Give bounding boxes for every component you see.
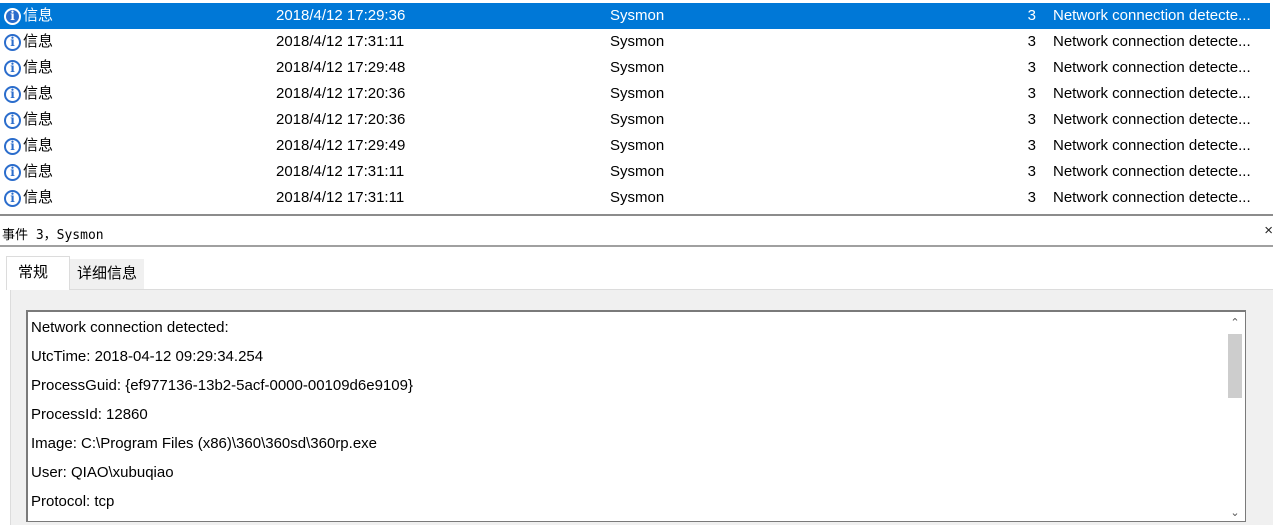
description-scrollbar[interactable]: ⌃ ⌄ (1225, 312, 1245, 521)
level-cell: i 信息 (4, 159, 94, 185)
source-cell: Sysmon (610, 111, 665, 128)
event-id-cell: 3 (1027, 189, 1036, 206)
date-cell: 2018/4/12 17:31:11 (276, 163, 405, 180)
date-cell: 2018/4/12 17:20:36 (276, 111, 406, 128)
description-line: Network connection detected: (31, 319, 229, 336)
task-cell: Network connection detecte... (1053, 33, 1251, 50)
task-cell: Network connection detecte... (1053, 7, 1251, 24)
info-icon: i (4, 137, 21, 155)
level-label: 信息 (23, 189, 54, 206)
level-cell: i 信息 (4, 133, 94, 159)
level-cell: i 信息 (4, 107, 94, 133)
task-cell: Network connection detecte... (1053, 59, 1251, 76)
description-line: ProcessGuid: {ef977136-13b2-5acf-0000-00… (31, 377, 413, 394)
detail-title: 事件 3，Sysmon (2, 228, 104, 243)
level-label: 信息 (23, 163, 54, 180)
date-cell: 2018/4/12 17:31:11 (276, 189, 405, 206)
source-cell: Sysmon (610, 137, 665, 154)
date-cell: 2018/4/12 17:31:11 (276, 33, 405, 50)
source-cell: Sysmon (610, 33, 665, 50)
source-cell: Sysmon (610, 7, 665, 24)
event-id-cell: 3 (1027, 163, 1036, 180)
event-row[interactable]: i 信息 2018/4/12 17:31:11 Sysmon 3 Network … (0, 185, 1273, 211)
level-cell: i 信息 (4, 81, 94, 107)
level-label: 信息 (23, 137, 54, 154)
detail-header: 事件 3，Sysmon × (0, 219, 1273, 247)
info-icon: i (4, 85, 21, 103)
event-description[interactable]: Network connection detected: UtcTime: 20… (26, 310, 1246, 522)
info-icon: i (4, 59, 21, 77)
task-cell: Network connection detecte... (1053, 85, 1251, 102)
info-icon: i (4, 33, 21, 51)
source-cell: Sysmon (610, 163, 665, 180)
event-id-cell: 3 (1027, 137, 1036, 154)
date-cell: 2018/4/12 17:29:48 (276, 59, 406, 76)
description-line: Protocol: tcp (31, 493, 115, 510)
date-cell: 2018/4/12 17:29:36 (276, 7, 406, 24)
date-cell: 2018/4/12 17:20:36 (276, 85, 406, 102)
task-cell: Network connection detecte... (1053, 137, 1251, 154)
level-cell: i 信息 (4, 185, 94, 211)
task-cell: Network connection detecte... (1053, 111, 1251, 128)
event-row[interactable]: i 信息 2018/4/12 17:29:48 Sysmon 3 Network … (0, 55, 1273, 81)
general-panel: Network connection detected: UtcTime: 20… (10, 289, 1273, 525)
date-cell: 2018/4/12 17:29:49 (276, 137, 406, 154)
tab-general[interactable]: 常规 (6, 256, 70, 290)
info-icon: i (4, 189, 21, 207)
source-cell: Sysmon (610, 189, 665, 206)
level-cell: i 信息 (4, 3, 94, 29)
info-icon: i (4, 7, 21, 25)
info-icon: i (4, 111, 21, 129)
close-icon[interactable]: × (1264, 222, 1273, 239)
chevron-up-icon[interactable]: ⌃ (1225, 314, 1245, 332)
chevron-down-icon[interactable]: ⌄ (1225, 504, 1245, 521)
source-cell: Sysmon (610, 59, 665, 76)
task-cell: Network connection detecte... (1053, 189, 1251, 206)
description-line: User: QIAO\xubuqiao (31, 464, 174, 481)
tab-details[interactable]: 详细信息 (70, 259, 144, 290)
event-row[interactable]: i 信息 2018/4/12 17:20:36 Sysmon 3 Network … (0, 107, 1273, 133)
info-icon: i (4, 163, 21, 181)
level-label: 信息 (23, 85, 54, 102)
event-row[interactable]: i 信息 2018/4/12 17:31:11 Sysmon 3 Network … (0, 159, 1273, 185)
task-cell: Network connection detecte... (1053, 163, 1251, 180)
level-cell: i 信息 (4, 55, 94, 81)
detail-tabs: 常规 详细信息 (0, 256, 1273, 290)
event-id-cell: 3 (1027, 33, 1036, 50)
event-row[interactable]: i 信息 2018/4/12 17:31:11 Sysmon 3 Network … (0, 29, 1273, 55)
level-label: 信息 (23, 111, 54, 128)
level-label: 信息 (23, 59, 54, 76)
event-id-cell: 3 (1027, 85, 1036, 102)
source-cell: Sysmon (610, 85, 665, 102)
event-id-cell: 3 (1027, 7, 1036, 24)
description-line: Image: C:\Program Files (x86)\360\360sd\… (31, 435, 378, 452)
event-list[interactable]: i 信息 2018/4/12 17:29:36 Sysmon 3 Network … (0, 0, 1273, 212)
description-line: UtcTime: 2018-04-12 09:29:34.254 (31, 348, 264, 365)
scroll-thumb[interactable] (1228, 334, 1242, 398)
level-label: 信息 (23, 33, 54, 50)
pane-splitter[interactable] (0, 214, 1273, 218)
description-line: ProcessId: 12860 (31, 406, 148, 423)
event-id-cell: 3 (1027, 111, 1036, 128)
event-row[interactable]: i 信息 2018/4/12 17:20:36 Sysmon 3 Network … (0, 81, 1273, 107)
level-cell: i 信息 (4, 29, 94, 55)
level-label: 信息 (23, 7, 54, 24)
event-id-cell: 3 (1027, 59, 1036, 76)
event-row[interactable]: i 信息 2018/4/12 17:29:36 Sysmon 3 Network … (0, 3, 1270, 29)
event-row[interactable]: i 信息 2018/4/12 17:29:49 Sysmon 3 Network … (0, 133, 1273, 159)
